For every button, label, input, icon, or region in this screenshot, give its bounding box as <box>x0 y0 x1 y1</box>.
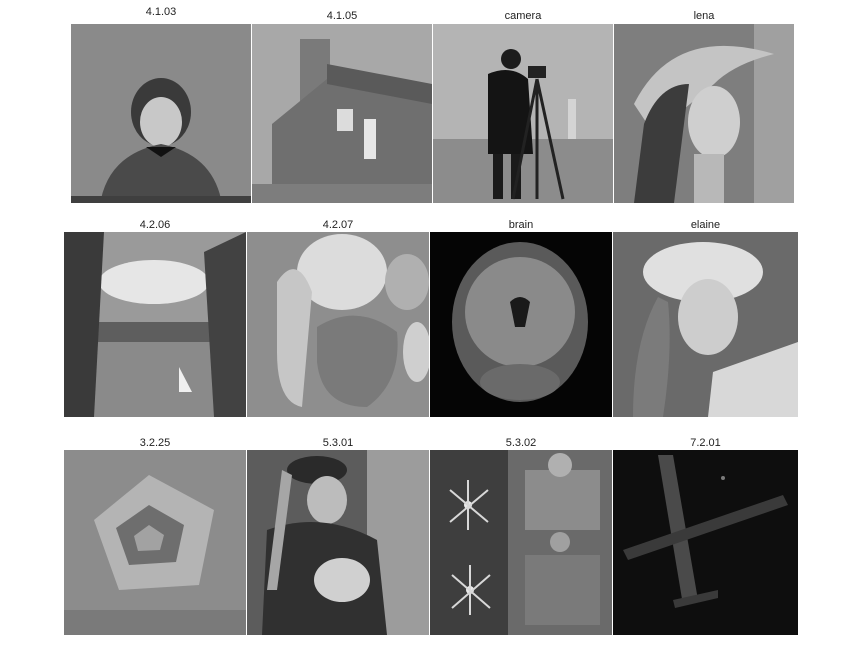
house-icon <box>252 24 432 203</box>
tile-title: 4.2.06 <box>139 219 171 231</box>
tile-lena: lena <box>614 0 794 205</box>
man-with-feathers-icon <box>247 450 429 635</box>
tile-3-2-25: 3.2.25 <box>64 428 246 638</box>
tile-title: 5.3.02 <box>505 437 537 449</box>
tile-elaine: elaine <box>613 210 798 420</box>
tile-title: 7.2.01 <box>690 437 721 449</box>
tile-title: lena <box>693 10 715 22</box>
tile-brain: brain <box>430 210 612 420</box>
pentagon-aerial-icon <box>64 450 246 635</box>
tile-4-1-03: 4.1.03 <box>71 0 251 205</box>
woman-with-hat-icon <box>614 24 794 203</box>
tile-title: camera <box>504 10 542 22</box>
peppers-icon <box>247 232 429 417</box>
woman-with-hat-icon <box>613 232 798 417</box>
tile-title: 5.3.01 <box>322 437 354 449</box>
tile-title: 4.1.03 <box>145 6 177 18</box>
airport-aerial-icon <box>430 450 612 635</box>
brain-mri-icon <box>430 232 612 417</box>
tile-camera: camera <box>433 0 613 205</box>
cameraman-icon <box>433 24 613 203</box>
tile-title: 4.1.05 <box>326 10 358 22</box>
airplane-night-icon <box>613 450 798 635</box>
portrait-of-woman-icon <box>71 24 251 203</box>
tile-title: brain <box>508 219 534 231</box>
lake-with-sailboat-icon <box>64 232 246 417</box>
tile-title: 4.2.07 <box>322 219 354 231</box>
tile-7-2-01: 7.2.01 <box>613 428 798 638</box>
tile-title: elaine <box>690 219 721 231</box>
tile-4-2-07: 4.2.07 <box>247 210 429 420</box>
tile-4-2-06: 4.2.06 <box>64 210 246 420</box>
tile-5-3-01: 5.3.01 <box>247 428 429 638</box>
tile-4-1-05: 4.1.05 <box>252 0 432 205</box>
tile-title: 3.2.25 <box>139 437 171 449</box>
tile-5-3-02: 5.3.02 <box>430 428 612 638</box>
